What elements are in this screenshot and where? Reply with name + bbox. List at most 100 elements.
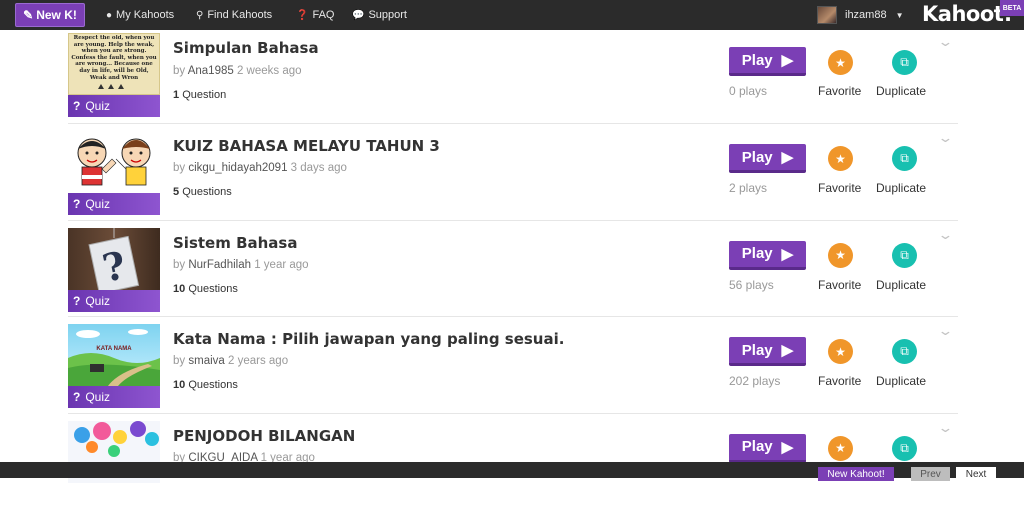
nav-find-kahoots-label: Find Kahoots (207, 9, 272, 21)
duplicate-label[interactable]: Duplicate (876, 374, 926, 388)
thumbnail-image: ? (68, 228, 160, 290)
play-button[interactable]: Play ▶ (729, 144, 806, 173)
username: ihzam88 (845, 9, 887, 21)
new-kahoot-footer-button[interactable]: New Kahoot! (818, 467, 894, 481)
question-mark-icon: ? (73, 390, 80, 404)
kahoot-thumbnail[interactable]: ? Quiz (68, 131, 160, 215)
favorite-label[interactable]: Favorite (818, 84, 861, 98)
author-link[interactable]: smaiva (188, 355, 224, 367)
duplicate-icon[interactable]: ⧉ (892, 243, 917, 268)
created-age: 2 weeks ago (237, 65, 302, 77)
nav-my-kahoots[interactable]: ● My Kahoots (106, 0, 174, 30)
play-button[interactable]: Play ▶ (729, 434, 806, 463)
nav-support[interactable]: 💬 Support (352, 0, 407, 30)
kahoot-row: KATA NAMA ? Quiz Kata Nama : Pilih jawap… (68, 317, 958, 414)
play-button[interactable]: Play ▶ (729, 337, 806, 366)
by-label: by (173, 355, 185, 367)
duplicate-label[interactable]: Duplicate (876, 181, 926, 195)
caret-down-icon: ▼ (896, 11, 904, 20)
favorite-label[interactable]: Favorite (818, 374, 861, 388)
author-link[interactable]: Ana1985 (188, 65, 234, 77)
new-kahoot-button-label: New K! (36, 8, 77, 22)
question-count-word: Questions (188, 283, 238, 295)
quiz-label: Quiz (85, 390, 110, 404)
play-button[interactable]: Play ▶ (729, 47, 806, 76)
play-count: 56 plays (729, 278, 774, 292)
kahoot-title[interactable]: PENJODOH BILANGAN (173, 427, 355, 445)
play-count: 202 plays (729, 374, 780, 388)
question-count-word: Question (182, 89, 226, 101)
kahoot-title[interactable]: Sistem Bahasa (173, 234, 297, 252)
favorite-star-icon[interactable]: ★ (828, 50, 853, 75)
nav-find-kahoots[interactable]: ⚲ Find Kahoots (196, 0, 272, 30)
duplicate-label[interactable]: Duplicate (876, 278, 926, 292)
user-menu[interactable]: ihzam88 ▼ (817, 5, 904, 25)
kahoot-logo[interactable]: Kahoot! (922, 2, 1012, 26)
duplicate-icon[interactable]: ⧉ (892, 50, 917, 75)
favorite-label[interactable]: Favorite (818, 181, 861, 195)
question-count-word: Questions (188, 379, 238, 391)
beta-badge: BETA (1000, 0, 1024, 16)
chevron-down-icon[interactable]: ⌄ (937, 227, 953, 243)
play-count: 0 plays (729, 84, 767, 98)
favorite-star-icon[interactable]: ★ (828, 339, 853, 364)
favorite-star-icon[interactable]: ★ (828, 436, 853, 461)
favorite-star-icon[interactable]: ★ (828, 243, 853, 268)
next-page-button[interactable]: Next (956, 467, 996, 481)
duplicate-icon[interactable]: ⧉ (892, 146, 917, 171)
quiz-label: Quiz (85, 294, 110, 308)
chevron-down-icon[interactable]: ⌄ (937, 323, 953, 339)
created-age: 2 years ago (228, 355, 288, 367)
question-mark-icon: ? (73, 99, 80, 113)
question-count: 10 Questions (173, 379, 238, 391)
kahoot-thumbnail[interactable]: KATA NAMA ? Quiz (68, 324, 160, 408)
author-link[interactable]: NurFadhilah (188, 259, 251, 271)
quiz-label: Quiz (85, 197, 110, 211)
created-age: 1 year ago (254, 259, 308, 271)
favorite-label[interactable]: Favorite (818, 278, 861, 292)
nav-faq[interactable]: ❓ FAQ (296, 0, 334, 30)
kahoot-title[interactable]: KUIZ BAHASA MELAYU TAHUN 3 (173, 137, 440, 155)
author-link[interactable]: cikgu_hidayah2091 (188, 162, 287, 174)
kahoot-row: ? ? Quiz Sistem Bahasa by NurFadhilah 1 … (68, 221, 958, 318)
question-count-number: 10 (173, 283, 185, 295)
play-button-label: Play (742, 52, 773, 69)
question-count-word: Questions (182, 186, 232, 198)
nav-faq-label: FAQ (312, 9, 334, 21)
question-mark-icon: ? (73, 197, 80, 211)
play-triangle-icon: ▶ (782, 51, 794, 69)
chat-bubble-icon: 💬 (352, 10, 364, 21)
play-triangle-icon: ▶ (782, 148, 794, 166)
chevron-down-icon[interactable]: ⌄ (937, 420, 953, 436)
thumbnail-quote-text: Respect the old, when you are young. Hel… (71, 35, 157, 89)
chevron-down-icon[interactable]: ⌄ (937, 34, 953, 50)
kahoot-title[interactable]: Simpulan Bahasa (173, 39, 319, 57)
question-mark-icon: ? (73, 294, 80, 308)
duplicate-icon[interactable]: ⧉ (892, 436, 917, 461)
chevron-down-icon[interactable]: ⌄ (937, 130, 953, 146)
kahoot-byline: by NurFadhilah 1 year ago (173, 259, 309, 271)
quiz-type-badge: ? Quiz (68, 95, 160, 117)
play-button-label: Play (742, 342, 773, 359)
favorite-star-icon[interactable]: ★ (828, 146, 853, 171)
by-label: by (173, 162, 185, 174)
duplicate-icon[interactable]: ⧉ (892, 339, 917, 364)
kahoot-row: ? Quiz KUIZ BAHASA MELAYU TAHUN 3 by cik… (68, 124, 958, 221)
kahoot-byline: by Ana1985 2 weeks ago (173, 65, 302, 77)
thumbnail-image (68, 131, 160, 193)
kahoot-thumbnail[interactable]: Respect the old, when you are young. Hel… (68, 33, 160, 117)
kahoot-thumbnail[interactable]: ? ? Quiz (68, 228, 160, 312)
kahoot-title[interactable]: Kata Nama : Pilih jawapan yang paling se… (173, 330, 564, 348)
play-count: 2 plays (729, 181, 767, 195)
new-kahoot-button[interactable]: ✎ New K! (15, 3, 85, 27)
play-button[interactable]: Play ▶ (729, 241, 806, 270)
kahoot-byline: by cikgu_hidayah2091 3 days ago (173, 162, 347, 174)
user-icon: ● (106, 10, 112, 21)
play-button-label: Play (742, 438, 773, 455)
thumbnail-title-text: KATA NAMA (68, 346, 160, 352)
question-count: 1 Question (173, 89, 226, 101)
quiz-type-badge: ? Quiz (68, 386, 160, 408)
duplicate-label[interactable]: Duplicate (876, 84, 926, 98)
question-count-number: 1 (173, 89, 179, 101)
prev-page-button[interactable]: Prev (911, 467, 950, 481)
